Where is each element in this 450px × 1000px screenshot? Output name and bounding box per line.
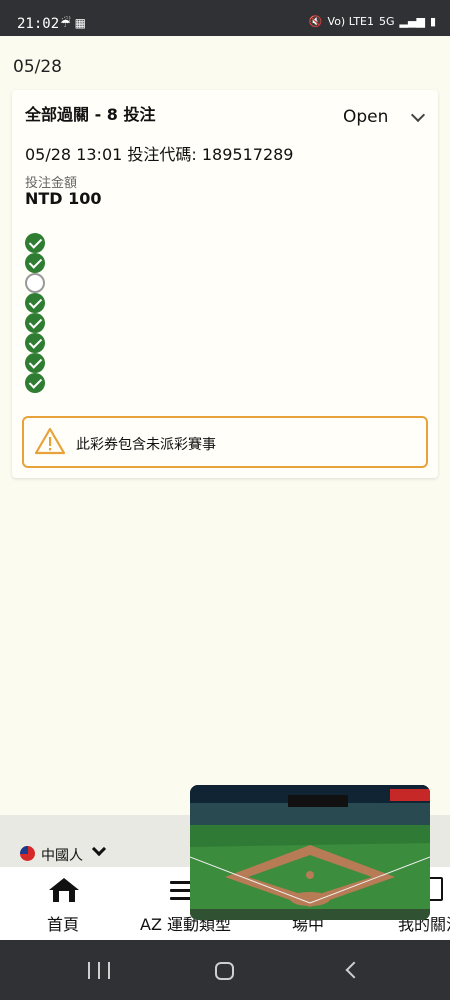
mute-icon: 🔇: [308, 15, 323, 28]
warning-icon: [35, 427, 65, 455]
network-type-icon: 5G: [379, 15, 395, 28]
status-bar: 21:02 ☔ ▦ 🔇 Vo) LTE1 5G ▂▄▆ ▮: [0, 0, 450, 36]
status-time: 21:02: [17, 16, 60, 32]
leg-won-check-icon: [25, 253, 45, 273]
leg-won-check-icon: [25, 373, 45, 393]
amount-value: NTD 100: [25, 189, 102, 208]
bet-card[interactable]: 全部過關 - 8 投注 Open 05/28 13:01 投注代碼: 18951…: [12, 90, 438, 478]
warning-banner: 此彩券包含未派彩賽事: [22, 416, 428, 468]
system-navigation-bar: [0, 940, 450, 1000]
bet-title: 全部過關 - 8 投注: [25, 105, 156, 124]
leg-won-check-icon: [25, 313, 45, 333]
notification-icons: ☔ ▦: [60, 16, 86, 30]
leg-won-check-icon: [25, 353, 45, 373]
live-video-player[interactable]: [190, 785, 430, 920]
volte-icon: Vo) LTE1: [327, 15, 375, 28]
signal-icon: ▂▄▆: [399, 15, 425, 28]
leg-won-check-icon: [25, 233, 45, 253]
nav-home[interactable]: 首頁: [0, 867, 128, 940]
status-right-icons: 🔇 Vo) LTE1 5G ▂▄▆ ▮: [309, 15, 436, 28]
language-selector[interactable]: 中國人: [41, 845, 83, 865]
leg-won-check-icon: [25, 293, 45, 313]
bet-legs: [25, 233, 47, 393]
back-button[interactable]: [345, 961, 363, 979]
bet-status[interactable]: Open: [343, 107, 388, 127]
bet-meta: 05/28 13:01 投注代碼: 189517289: [25, 145, 294, 164]
menu-icon: [170, 881, 192, 905]
home-icon: [49, 878, 79, 902]
chevron-down-icon[interactable]: [91, 841, 107, 857]
recent-apps-button[interactable]: [88, 962, 110, 979]
date-header: 05/28: [13, 57, 62, 77]
flag-icon: [20, 846, 35, 861]
nav-home-label: 首頁: [47, 915, 80, 934]
leg-won-check-icon: [25, 333, 45, 353]
leg-pending-circle-icon: [25, 273, 45, 293]
battery-icon: ▮: [429, 15, 436, 28]
baseball-field-image: [190, 785, 430, 920]
warning-text: 此彩券包含未派彩賽事: [76, 437, 216, 453]
chevron-down-icon[interactable]: [410, 107, 426, 123]
system-home-button[interactable]: [215, 962, 234, 980]
